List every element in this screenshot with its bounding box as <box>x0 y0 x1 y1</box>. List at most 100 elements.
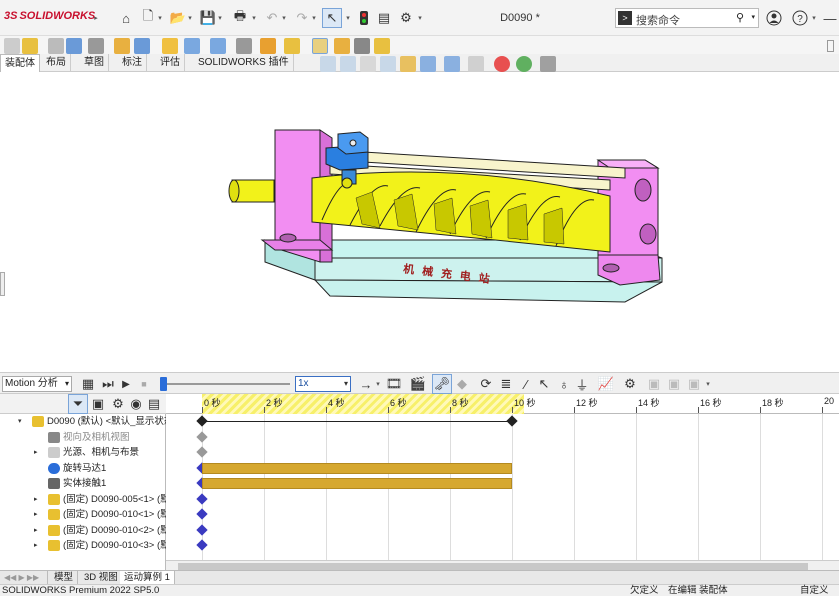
select-cursor-icon[interactable]: ↖ <box>322 8 342 28</box>
filter-results-icon[interactable]: ▤ <box>144 394 164 414</box>
chevron-down-icon[interactable]: ▾ <box>250 8 258 28</box>
user-account-icon[interactable] <box>764 8 784 28</box>
tree-item[interactable]: ▸ (固定) D0090-005<1> (默 <box>0 492 166 507</box>
filter-icon[interactable]: ⏷ <box>68 394 88 414</box>
open-folder-icon[interactable]: 📂 <box>168 8 188 28</box>
solidworks-logo[interactable]: 3S SOLIDWORKS <box>4 10 100 26</box>
force-icon[interactable]: ↖ <box>534 374 554 394</box>
print-icon[interactable]: 🖶 <box>230 8 250 28</box>
filter-driving-icon[interactable]: ▣ <box>684 374 704 394</box>
tree-item[interactable]: ▸ (固定) D0090-010<3> (默 <box>0 538 166 553</box>
chevron-down-icon[interactable]: ▾ <box>344 8 352 28</box>
timeline-key[interactable] <box>196 430 208 443</box>
chevron-down-icon[interactable]: ▾ <box>156 8 164 28</box>
tree-item[interactable]: ▸ (固定) D0090-010<2> (默 <box>0 523 166 538</box>
take-snapshot-icon[interactable] <box>354 38 370 54</box>
search-commands-input[interactable]: > 搜索命令 ⚲ ▾ <box>615 8 759 28</box>
timeline-area[interactable]: 0 秒 2 秒 4 秒 6 秒 8 秒 10 秒 12 秒 14 秒 16 秒 18 秒 20 <box>166 394 839 570</box>
stop-icon[interactable]: ■ <box>134 374 154 394</box>
hide-show-items-icon[interactable] <box>468 56 484 72</box>
tab-layout[interactable]: 布局 <box>42 54 71 72</box>
timeline-key[interactable] <box>196 446 208 458</box>
playback-slider-track[interactable] <box>164 383 290 385</box>
previous-view-icon[interactable] <box>360 56 376 72</box>
assembly-model-view[interactable]: 机械充电站 <box>0 72 839 372</box>
chevron-down-icon[interactable]: ▾ <box>751 13 755 21</box>
home-icon[interactable]: ⌂ <box>116 8 136 28</box>
redo-icon[interactable]: ↷ <box>292 8 312 28</box>
help-icon[interactable]: ? <box>790 8 810 28</box>
collapse-icon[interactable]: ▣ <box>644 374 664 394</box>
chevron-down-icon[interactable]: ▾ <box>810 8 818 28</box>
filter-driving-icon[interactable]: ⚙ <box>108 394 128 414</box>
playback-speed-select[interactable]: 1x ▾ <box>295 376 351 392</box>
file-properties-icon[interactable]: ▤ <box>374 8 394 28</box>
play-icon[interactable]: ▶ <box>116 374 136 394</box>
spring-icon[interactable]: ≣ <box>496 374 516 394</box>
tree-item[interactable]: ▸ (固定) D0090-010<1> (默 <box>0 507 166 522</box>
dynamic-annotation-icon[interactable] <box>400 56 416 72</box>
study-type-select[interactable]: Motion 分析 ▾ <box>2 376 72 392</box>
chevron-down-icon[interactable]: ▾ <box>280 8 288 28</box>
menu-arrow-icon[interactable]: ▸ <box>92 8 100 28</box>
tree-item[interactable]: 旋转马达1 <box>0 461 166 476</box>
smart-fasteners-icon[interactable] <box>114 38 130 54</box>
component-preview-icon[interactable] <box>66 38 82 54</box>
chevron-right-icon[interactable]: ▸ <box>34 507 42 522</box>
timeline-key[interactable] <box>196 523 208 536</box>
apply-scene-icon[interactable] <box>516 56 532 72</box>
play-from-start-icon[interactable]: ⏭ <box>98 374 118 394</box>
timeline-key[interactable] <box>196 415 208 427</box>
display-style-icon[interactable] <box>444 56 460 72</box>
timeline-key[interactable] <box>196 539 208 551</box>
exploded-view-icon[interactable] <box>284 38 300 54</box>
panel-collapse-handle[interactable] <box>0 272 5 296</box>
instant3d-icon[interactable] <box>312 38 328 54</box>
show-hidden-icon[interactable] <box>162 38 178 54</box>
tab-assembly[interactable]: 装配体 <box>0 54 40 72</box>
playback-slider-thumb[interactable] <box>160 377 167 391</box>
chevron-down-icon[interactable]: ▾ <box>216 8 224 28</box>
tab-sketch[interactable]: 草图 <box>80 54 109 72</box>
time-ruler[interactable]: 0 秒 2 秒 4 秒 6 秒 8 秒 10 秒 12 秒 14 秒 16 秒 18 秒 20 <box>166 394 839 414</box>
chevron-down-icon[interactable]: ▾ <box>18 414 26 429</box>
motor-icon[interactable]: ⟳ <box>476 374 496 394</box>
contact-icon[interactable]: ♁ <box>554 374 574 394</box>
minimize-window-icon[interactable]: — <box>820 8 839 28</box>
timeline-key[interactable] <box>196 508 208 520</box>
autokey-icon[interactable]: 🗝 <box>432 374 452 394</box>
bill-of-materials-icon[interactable] <box>260 38 276 54</box>
filter-animated-icon[interactable]: ▣ <box>664 374 684 394</box>
timeline-key[interactable] <box>196 492 208 505</box>
new-motion-study-icon[interactable] <box>236 38 252 54</box>
graphics-area[interactable]: 机械充电站 <box>0 72 839 372</box>
save-icon[interactable]: 💾 <box>198 8 218 28</box>
animation-wizard-icon[interactable]: 🎬 <box>408 374 428 394</box>
timeline-bar[interactable] <box>202 478 512 489</box>
tree-item[interactable]: ▸ 光源、相机与布景 <box>0 445 166 460</box>
tab-model[interactable]: 模型 <box>50 571 79 585</box>
chevron-right-icon[interactable]: ▸ <box>34 492 42 507</box>
mate-icon[interactable] <box>48 38 64 54</box>
update-speedpak-icon[interactable] <box>334 38 350 54</box>
insert-components-icon[interactable] <box>22 38 38 54</box>
add-update-key-icon[interactable]: ◆ <box>452 374 472 394</box>
move-component-icon[interactable] <box>134 38 150 54</box>
chevron-down-icon[interactable]: ▾ <box>704 374 712 394</box>
tree-item[interactable]: 实体接触1 <box>0 476 166 491</box>
search-icon[interactable]: ⚲ <box>736 11 744 24</box>
zoom-to-fit-icon[interactable] <box>320 56 336 72</box>
filter-animated-icon[interactable]: ▣ <box>88 394 108 414</box>
calculate-icon[interactable]: ▦ <box>78 374 98 394</box>
reference-geometry-icon[interactable] <box>210 38 226 54</box>
chevron-down-icon[interactable]: ▾ <box>416 8 424 28</box>
tab-3d-view[interactable]: 3D 视图 <box>80 571 123 585</box>
chevron-down-icon[interactable]: ▾ <box>186 8 194 28</box>
options-gear-icon[interactable]: ⚙ <box>396 8 416 28</box>
results-and-plots-icon[interactable]: 📈 <box>596 374 616 394</box>
undo-icon[interactable]: ↶ <box>262 8 282 28</box>
timeline-bar[interactable] <box>202 462 512 474</box>
filter-selected-icon[interactable]: ◉ <box>126 394 146 414</box>
tab-markup[interactable]: 标注 <box>118 54 147 72</box>
zoom-to-area-icon[interactable] <box>340 56 356 72</box>
